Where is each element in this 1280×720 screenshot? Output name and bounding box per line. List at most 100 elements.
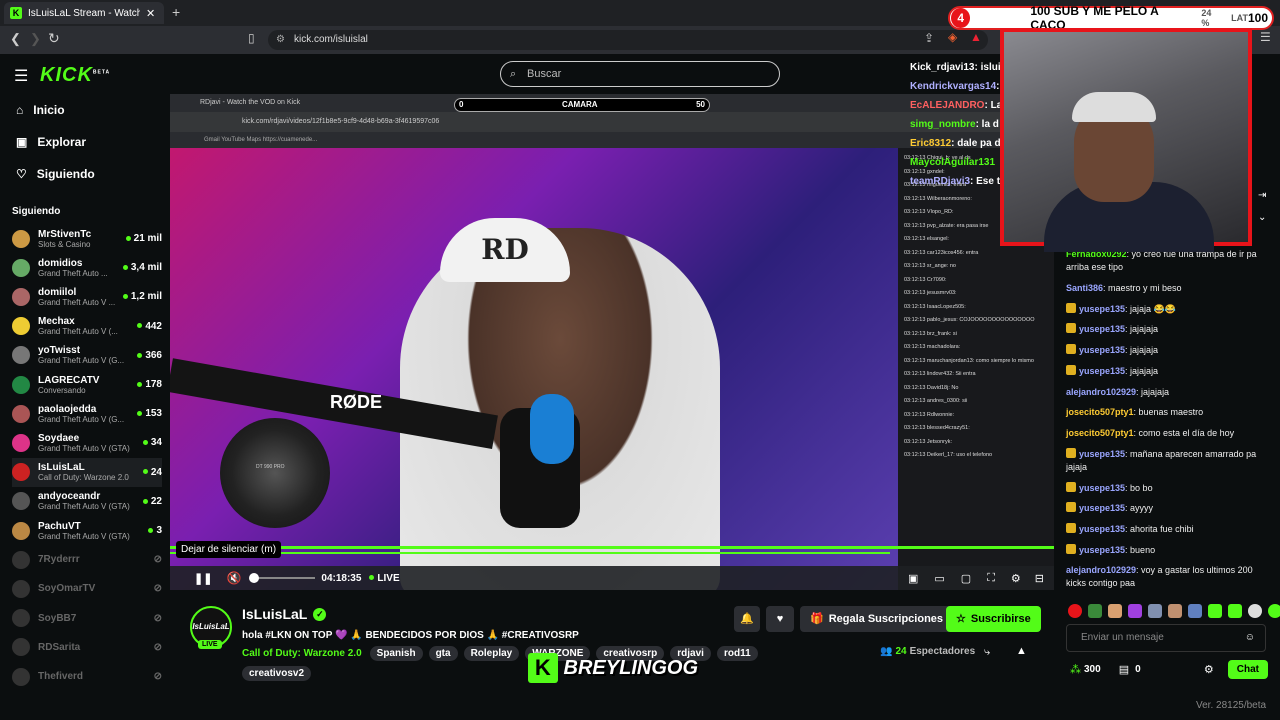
- url-field[interactable]: ⚙ kick.com/isluislal: [268, 30, 988, 50]
- emote-icon[interactable]: [1188, 604, 1202, 618]
- theater-mode-icon[interactable]: ▭: [934, 572, 944, 585]
- sidebar-channel-item[interactable]: paolaojedda Grand Theft Auto V (G... 153: [12, 399, 162, 428]
- sidebar-channel-item[interactable]: domidios Grand Theft Auto ... 3,4 mil: [12, 253, 162, 282]
- clip-icon[interactable]: ⊟: [1035, 572, 1044, 585]
- chat-username[interactable]: Eric8312: [910, 138, 951, 149]
- settings-gear-icon[interactable]: ⚙: [1011, 572, 1021, 585]
- chat-username[interactable]: Santi386: [1066, 283, 1103, 293]
- sidebar-channel-item[interactable]: IsLuisLaL Call of Duty: Warzone 2.0 24: [12, 457, 162, 487]
- sidebar-channel-item[interactable]: MrStivenTc Slots & Casino 21 mil: [12, 224, 162, 253]
- volume-slider-thumb[interactable]: [249, 573, 260, 583]
- progress-bar[interactable]: [170, 546, 1054, 549]
- chat-username[interactable]: yusepe135: [1079, 345, 1125, 355]
- browser-menu-icon[interactable]: ☰: [1260, 30, 1271, 44]
- sidebar-channel-item[interactable]: SoyBB7 ⊘: [12, 604, 162, 633]
- gift-box-icon[interactable]: ▤: [1119, 663, 1129, 676]
- sidebar-channel-item[interactable]: domiilol Grand Theft Auto V ... 1,2 mil: [12, 282, 162, 311]
- chat-message-input[interactable]: Enviar un mensaje ☺: [1066, 624, 1266, 652]
- chat-username[interactable]: yusepe135: [1079, 366, 1125, 376]
- chat-username[interactable]: yusepe135: [1079, 503, 1125, 513]
- subscribe-button[interactable]: ☆ Suscribirse: [946, 606, 1041, 632]
- chat-username[interactable]: Kendrickvargas14: [910, 81, 996, 92]
- emote-icon[interactable]: [1248, 604, 1262, 618]
- chat-username[interactable]: yusepe135: [1079, 524, 1125, 534]
- chat-username[interactable]: yusepe135: [1079, 324, 1125, 334]
- chat-send-button[interactable]: Chat: [1227, 659, 1268, 679]
- emote-icon[interactable]: [1208, 604, 1222, 618]
- chat-username[interactable]: josecito507pty1: [1066, 428, 1134, 438]
- close-tab-icon[interactable]: ✕: [146, 7, 155, 20]
- chat-username[interactable]: yusepe135: [1079, 483, 1125, 493]
- emote-icon[interactable]: [1168, 604, 1182, 618]
- emote-icon[interactable]: [1068, 604, 1082, 618]
- nav-home[interactable]: ⌂ Inicio: [16, 100, 65, 120]
- share-stream-icon[interactable]: ⤷: [984, 646, 990, 659]
- emote-icon[interactable]: [1228, 604, 1242, 618]
- forward-icon[interactable]: ❯: [30, 31, 41, 47]
- emote-icon[interactable]: [1088, 604, 1102, 618]
- tag-chip[interactable]: creativosv2: [242, 666, 312, 681]
- site-info-icon[interactable]: ⚙: [276, 30, 285, 50]
- report-icon[interactable]: ▲: [1016, 645, 1027, 657]
- sidebar-channel-item[interactable]: Mechax Grand Theft Auto V (... 442: [12, 312, 162, 341]
- chat-username[interactable]: yusepe135: [1079, 304, 1125, 314]
- follow-heart-button[interactable]: ♥: [766, 606, 794, 632]
- chat-username[interactable]: alejandro102929: [1066, 565, 1136, 575]
- volume-muted-icon[interactable]: 🔇: [226, 571, 241, 585]
- back-icon[interactable]: ❮: [10, 31, 21, 47]
- sidebar-channel-item[interactable]: 7Ryderrr ⊘: [12, 545, 162, 574]
- emote-icon[interactable]: [1148, 604, 1162, 618]
- tag-chip[interactable]: Spanish: [369, 646, 423, 661]
- reload-icon[interactable]: ↻: [48, 30, 60, 47]
- tag-chip[interactable]: Roleplay: [463, 646, 520, 661]
- sidebar-channel-item[interactable]: PachuVT Grand Theft Auto V (GTA) 3: [12, 516, 162, 545]
- chat-username[interactable]: MaycolAguilar131: [910, 157, 995, 168]
- tag-chip[interactable]: rod11: [716, 646, 758, 661]
- emote-icon[interactable]: [1128, 604, 1142, 618]
- pause-button[interactable]: ❚❚: [194, 572, 212, 585]
- gift-subs-button[interactable]: 🎁 Regala Suscripciones: [800, 606, 954, 632]
- emote-icon[interactable]: [1268, 604, 1280, 618]
- chat-settings-icon[interactable]: ⚙: [1204, 663, 1214, 676]
- hamburger-menu-icon[interactable]: ☰: [14, 66, 28, 86]
- category-link[interactable]: Call of Duty: Warzone 2.0: [242, 648, 362, 659]
- emote-icon[interactable]: [1108, 604, 1122, 618]
- kick-logo[interactable]: KICKBETA: [40, 64, 110, 87]
- nav-following[interactable]: ♡ Siguiendo: [16, 164, 95, 184]
- mini-player-icon[interactable]: ▢: [961, 572, 971, 585]
- chat-username[interactable]: teamRDjavi3: [910, 176, 970, 187]
- volume-slider[interactable]: [249, 573, 316, 583]
- browser-tab[interactable]: K IsLuisLaL Stream - Watch Live ✕: [4, 2, 164, 24]
- sidebar-channel-item[interactable]: Thefiverd ⊘: [12, 662, 162, 691]
- sidebar-channel-item[interactable]: andyoceandr Grand Theft Auto V (GTA) 22: [12, 487, 162, 516]
- brave-rewards-icon[interactable]: ▲: [970, 30, 982, 44]
- streamer-name[interactable]: IsLuisLaL: [242, 606, 307, 622]
- fullscreen-icon[interactable]: ⛶: [987, 572, 995, 585]
- chat-username[interactable]: alejandro102929: [1066, 387, 1136, 397]
- chat-username[interactable]: simg_nombre: [910, 119, 976, 130]
- notifications-bell-button[interactable]: 🔔: [734, 606, 760, 632]
- chat-username[interactable]: josecito507pty1: [1066, 407, 1134, 417]
- share-icon[interactable]: ⇪: [924, 31, 934, 45]
- chat-username[interactable]: EcALEJANDRO: [910, 100, 984, 111]
- search-input[interactable]: ⌕ Buscar: [500, 61, 780, 87]
- tag-chip[interactable]: gta: [428, 646, 458, 661]
- sidebar-channel-item[interactable]: SoyOmarTV ⊘: [12, 574, 162, 603]
- chat-collapse-icon[interactable]: ⇥: [1258, 190, 1266, 201]
- new-tab-button[interactable]: +: [172, 4, 180, 20]
- chat-expand-icon[interactable]: ⌄: [1258, 212, 1266, 223]
- chat-username[interactable]: yusepe135: [1079, 449, 1125, 459]
- sidebar-channel-item[interactable]: yoTwisst Grand Theft Auto V (G... 366: [12, 341, 162, 370]
- chat-username[interactable]: Kick_rdjavi13: [910, 62, 975, 73]
- points-icon[interactable]: ⁂: [1070, 663, 1081, 676]
- sidebar-channel-item[interactable]: RDSarita ⊘: [12, 633, 162, 662]
- nav-explore[interactable]: ▣ Explorar: [16, 132, 86, 152]
- channel-name: domidios: [38, 257, 83, 269]
- brave-shield-icon[interactable]: ◈: [948, 30, 957, 44]
- pip-icon[interactable]: ▣: [908, 572, 918, 585]
- chat-username[interactable]: yusepe135: [1079, 545, 1125, 555]
- sidebar-channel-item[interactable]: LAGRECATV Conversando 178: [12, 370, 162, 399]
- emoji-picker-icon[interactable]: ☺: [1245, 625, 1255, 651]
- sidebar-channel-item[interactable]: Soydaee Grand Theft Auto V (GTA) 34: [12, 428, 162, 457]
- bookmark-icon[interactable]: ▯: [248, 31, 255, 45]
